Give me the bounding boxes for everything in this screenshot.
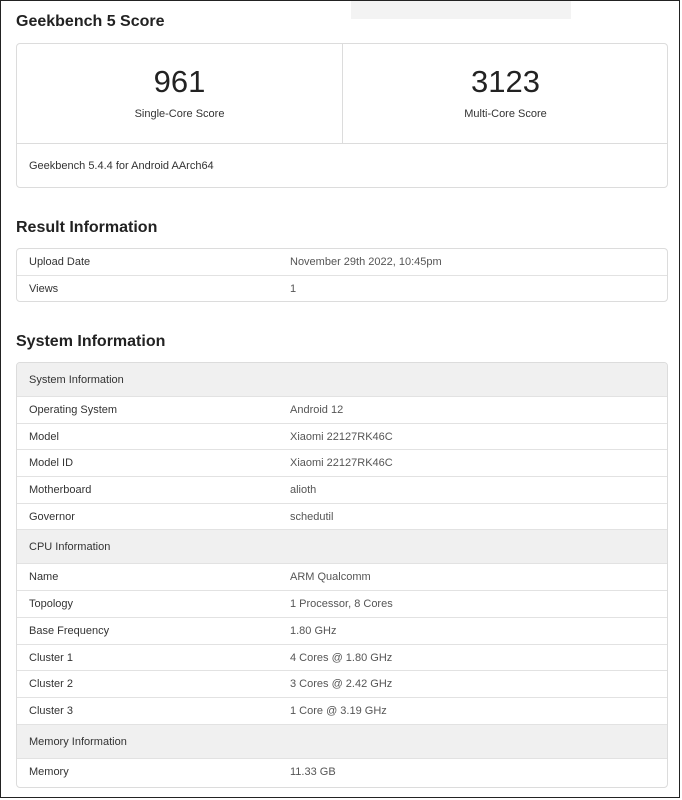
table-row: Cluster 1 4 Cores @ 1.80 GHz — [17, 645, 667, 672]
multi-core-score: 3123 — [471, 64, 540, 99]
row-value: November 29th 2022, 10:45pm — [290, 256, 442, 268]
table-row: Cluster 3 1 Core @ 3.19 GHz — [17, 698, 667, 725]
row-key: Cluster 1 — [29, 651, 74, 664]
row-key: Upload Date — [29, 256, 91, 268]
row-value: 1.80 GHz — [290, 624, 337, 637]
system-card: System Information Operating System Andro… — [16, 362, 668, 788]
row-key: Model — [29, 430, 59, 443]
top-strip — [351, 1, 571, 19]
result-title: Result Information — [16, 219, 158, 236]
table-row: Model ID Xiaomi 22127RK46C — [17, 450, 667, 478]
section-title: System Information — [29, 374, 124, 386]
table-row: Base Frequency 1.80 GHz — [17, 618, 667, 645]
row-key: Base Frequency — [29, 624, 110, 637]
row-key: Model ID — [29, 457, 74, 470]
row-key: Memory — [29, 765, 69, 778]
row-key: Views — [29, 282, 59, 295]
section-header: Memory Information — [17, 724, 667, 759]
single-core-score: 961 — [153, 64, 206, 99]
score-title: Geekbench 5 Score — [16, 13, 165, 30]
single-core-panel: 961 Single-Core Score — [17, 44, 343, 143]
score-card: 961 Single-Core Score 3123 Multi-Core Sc… — [16, 43, 668, 188]
row-key: Cluster 3 — [29, 704, 74, 717]
result-card: Upload Date November 29th 2022, 10:45pm … — [16, 248, 668, 302]
table-row: Operating System Android 12 — [17, 397, 667, 424]
system-title: System Information — [16, 333, 166, 350]
row-value: 3 Cores @ 2.42 GHz — [290, 678, 393, 691]
single-core-label: Single-Core Score — [134, 108, 225, 120]
row-key: Cluster 2 — [29, 678, 74, 691]
row-key: Operating System — [29, 404, 118, 416]
table-row: Model Xiaomi 22127RK46C — [17, 424, 667, 451]
section-title: Memory Information — [29, 735, 127, 748]
row-value: alioth — [290, 484, 317, 497]
table-row: Memory 11.33 GB — [17, 759, 667, 786]
version-info: Geekbench 5.4.4 for Android AArch64 — [17, 143, 667, 187]
row-key: Topology — [29, 598, 74, 611]
section-header: CPU Information — [17, 530, 667, 565]
row-value: 1 — [290, 282, 297, 295]
table-row: Governor schedutil — [17, 504, 667, 531]
section-title: CPU Information — [29, 541, 111, 554]
table-row: Cluster 2 3 Cores @ 2.42 GHz — [17, 671, 667, 698]
row-value: ARM Qualcomm — [290, 571, 371, 584]
row-value: Xiaomi 22127RK46C — [290, 457, 393, 470]
section-header: System Information — [17, 363, 667, 397]
table-row: Topology 1 Processor, 8 Cores — [17, 591, 667, 618]
row-value: 11.33 GB — [290, 765, 336, 778]
row-key: Governor — [29, 510, 75, 523]
row-value: 4 Cores @ 1.80 GHz — [290, 651, 393, 664]
table-row: Motherboard alioth — [17, 477, 667, 504]
row-value: schedutil — [290, 510, 334, 523]
multi-core-panel: 3123 Multi-Core Score — [343, 44, 667, 143]
table-row: Upload Date November 29th 2022, 10:45pm — [17, 249, 667, 276]
table-row: Views 1 — [17, 276, 667, 301]
table-row: Name ARM Qualcomm — [17, 564, 667, 592]
row-value: Android 12 — [290, 404, 344, 416]
row-value: 1 Core @ 3.19 GHz — [290, 704, 387, 717]
page-frame: Geekbench 5 Score 961 Single-Core Score … — [0, 0, 680, 798]
row-key: Name — [29, 571, 59, 584]
row-key: Motherboard — [29, 484, 92, 497]
row-value: Xiaomi 22127RK46C — [290, 430, 393, 443]
row-value: 1 Processor, 8 Cores — [290, 598, 393, 611]
multi-core-label: Multi-Core Score — [464, 108, 547, 120]
